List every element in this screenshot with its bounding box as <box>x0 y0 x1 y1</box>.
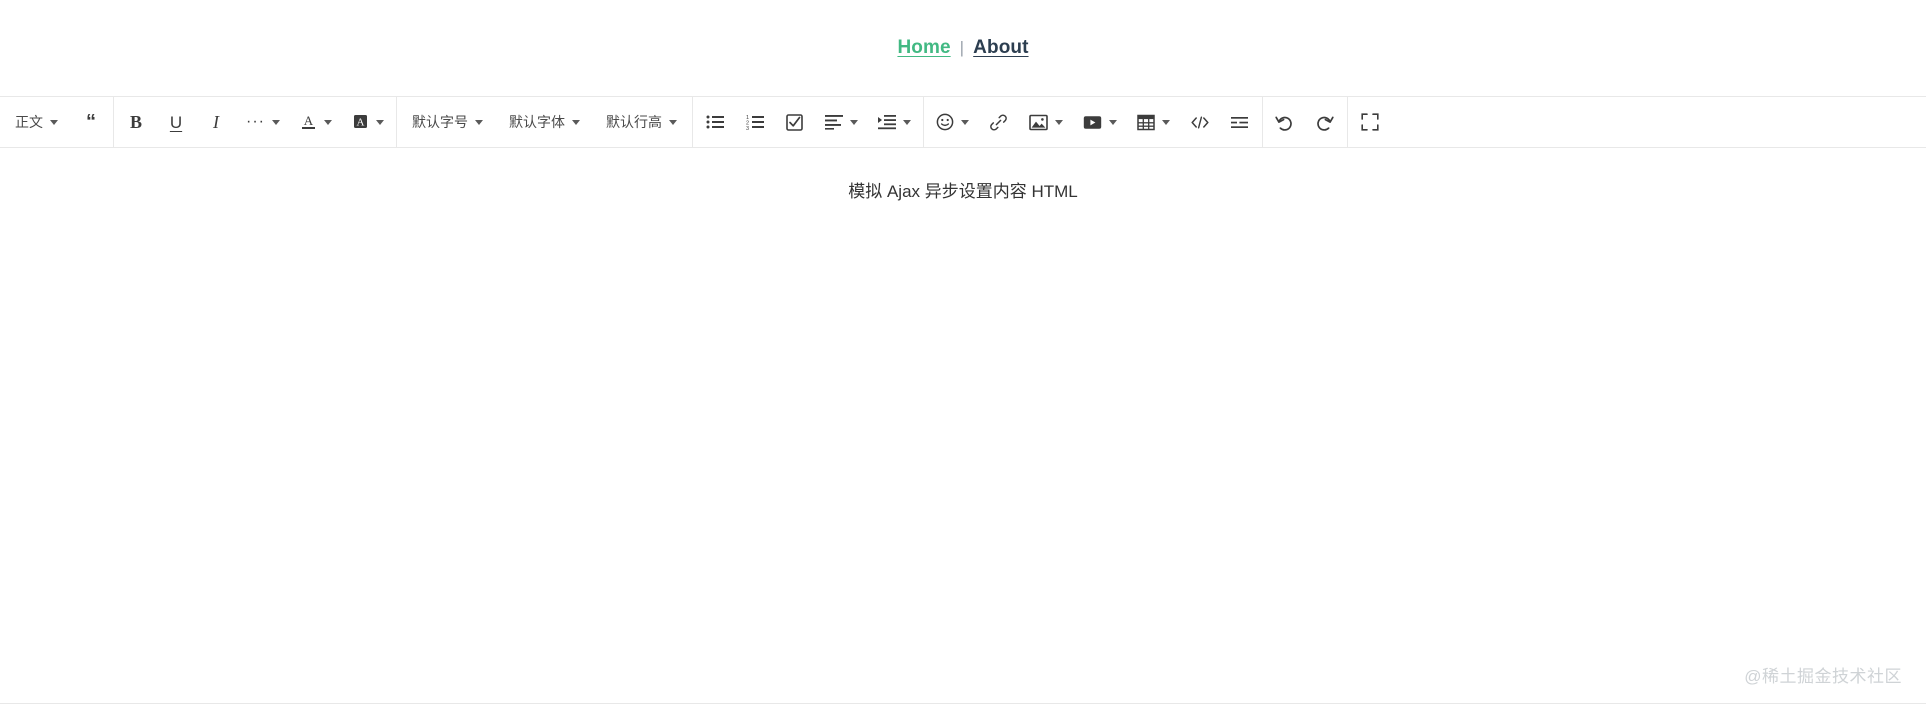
video-icon <box>1083 115 1102 130</box>
redo-icon <box>1315 114 1335 131</box>
image-icon <box>1029 114 1048 131</box>
toolbar-group-text-format: B U I ··· A A <box>114 97 396 147</box>
more-text-styles-button[interactable]: ··· <box>236 97 290 147</box>
code-block-button[interactable] <box>1180 97 1220 147</box>
bold-icon: B <box>129 112 142 132</box>
background-color-icon: A <box>352 113 369 131</box>
chevron-down-icon <box>375 119 384 125</box>
align-left-icon <box>824 114 843 130</box>
bulleted-list-icon <box>706 114 724 130</box>
chevron-down-icon <box>849 119 858 125</box>
fullscreen-icon <box>1361 113 1379 131</box>
blockquote-icon: “ <box>86 111 96 133</box>
undo-button[interactable] <box>1265 97 1305 147</box>
link-button[interactable] <box>979 97 1019 147</box>
chevron-down-icon <box>50 119 58 125</box>
chevron-down-icon <box>1108 119 1117 125</box>
chevron-down-icon <box>1161 119 1170 125</box>
chevron-down-icon <box>902 119 911 125</box>
nav-link-home[interactable]: Home <box>897 37 950 59</box>
emoji-icon <box>936 113 954 131</box>
svg-text:3: 3 <box>746 126 749 130</box>
toolbar-group-insert <box>924 97 1262 147</box>
numbered-list-icon: 1 2 3 <box>746 114 764 130</box>
fullscreen-button[interactable] <box>1350 97 1390 147</box>
code-icon <box>1190 115 1210 130</box>
italic-icon: I <box>213 112 219 132</box>
table-icon <box>1137 114 1155 131</box>
svg-text:A: A <box>304 113 314 128</box>
chevron-down-icon <box>474 119 483 125</box>
font-family-label: 默认字体 <box>508 114 565 130</box>
line-height-button[interactable]: 默认行高 <box>593 97 690 147</box>
video-button[interactable] <box>1073 97 1127 147</box>
blockquote-button[interactable]: “ <box>71 97 111 147</box>
paragraph-style-label: 正文 <box>15 114 43 130</box>
checkbox-icon <box>786 113 804 131</box>
editor-content-area[interactable]: 模拟 Ajax 异步设置内容 HTML <box>0 148 1926 704</box>
chevron-down-icon <box>271 119 280 125</box>
ellipsis-icon: ··· <box>246 112 265 130</box>
indent-button[interactable] <box>868 97 921 147</box>
toolbar-group-paragraph: 正文 “ <box>0 97 113 147</box>
toolbar-group-view <box>1348 97 1392 147</box>
rich-text-editor: 正文 “ B U I ··· A A 默认字号 默认字体 默认行高 1 2 3 … <box>0 97 1926 704</box>
table-button[interactable] <box>1127 97 1180 147</box>
undo-icon <box>1275 114 1294 131</box>
indent-icon <box>877 114 896 130</box>
redo-button[interactable] <box>1305 97 1345 147</box>
font-color-icon: A <box>300 113 317 131</box>
chevron-down-icon <box>960 119 969 125</box>
chevron-down-icon <box>571 119 580 125</box>
chevron-down-icon <box>668 119 677 125</box>
bulleted-list-button[interactable] <box>695 97 735 147</box>
underline-button[interactable]: U <box>156 97 196 147</box>
main-nav: Home | About <box>897 37 1028 59</box>
chevron-down-icon <box>1054 119 1063 125</box>
underline-icon: U <box>169 112 183 132</box>
horizontal-rule-button[interactable] <box>1220 97 1260 147</box>
numbered-list-button[interactable]: 1 2 3 <box>735 97 775 147</box>
paragraph-style-button[interactable]: 正文 <box>2 97 71 147</box>
toolbar-group-lists: 1 2 3 <box>693 97 923 147</box>
toolbar-group-font-settings: 默认字号 默认字体 默认行高 <box>397 97 692 147</box>
font-size-label: 默认字号 <box>411 114 468 130</box>
horizontal-rule-icon <box>1230 115 1249 130</box>
line-height-label: 默认行高 <box>605 114 662 130</box>
editor-content-text[interactable]: 模拟 Ajax 异步设置内容 HTML <box>20 178 1906 205</box>
emoji-button[interactable] <box>926 97 979 147</box>
bold-button[interactable]: B <box>116 97 156 147</box>
font-family-button[interactable]: 默认字体 <box>496 97 593 147</box>
app-root: Home | About 正文 “ B U I ··· A A 默认字号 默认字… <box>0 0 1926 704</box>
editor-toolbar: 正文 “ B U I ··· A A 默认字号 默认字体 默认行高 1 2 3 <box>0 97 1926 148</box>
text-align-button[interactable] <box>815 97 868 147</box>
site-header: Home | About <box>0 0 1926 97</box>
toolbar-group-history <box>1263 97 1347 147</box>
italic-button[interactable]: I <box>196 97 236 147</box>
todo-list-button[interactable] <box>775 97 815 147</box>
link-icon <box>989 113 1008 132</box>
nav-link-about[interactable]: About <box>973 37 1028 59</box>
background-color-button[interactable]: A <box>342 97 394 147</box>
font-size-button[interactable]: 默认字号 <box>399 97 496 147</box>
image-button[interactable] <box>1019 97 1073 147</box>
svg-text:A: A <box>357 117 365 129</box>
nav-separator: | <box>959 38 965 57</box>
font-color-button[interactable]: A <box>290 97 342 147</box>
chevron-down-icon <box>323 119 332 125</box>
